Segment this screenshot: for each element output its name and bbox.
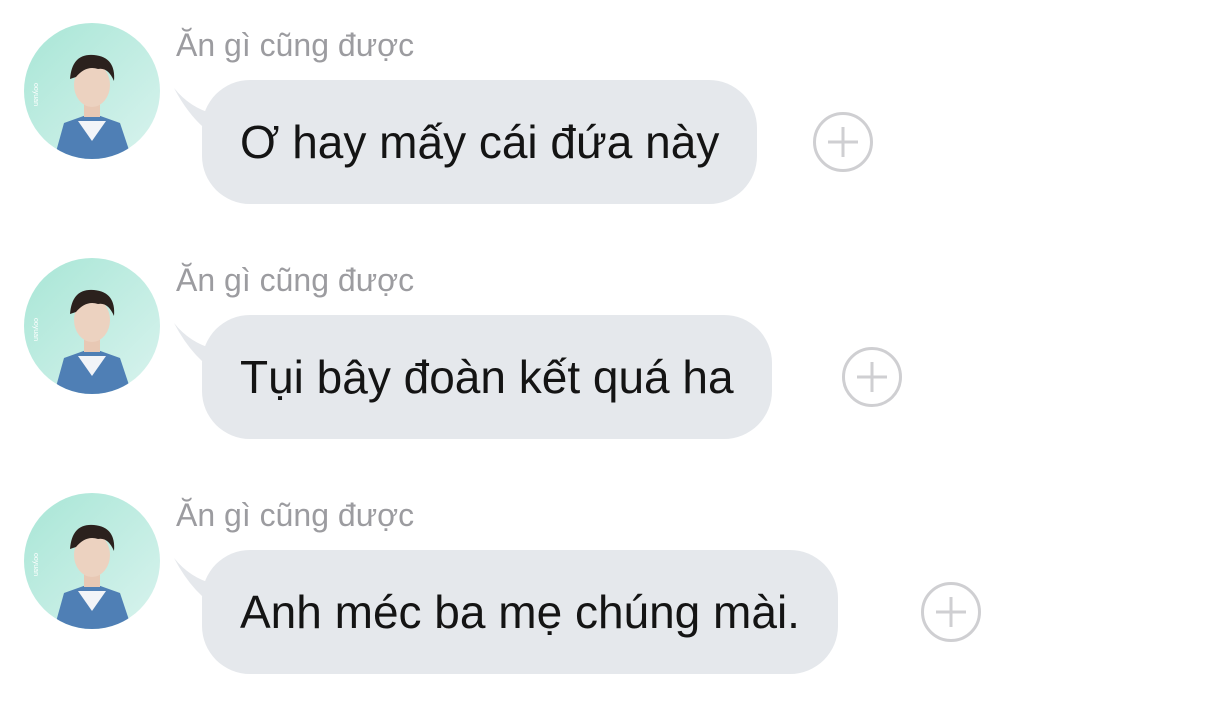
message-text: Anh méc ba mẹ chúng mài.	[240, 586, 800, 638]
add-reaction-button[interactable]	[813, 112, 873, 172]
avatar[interactable]: ooyuan	[24, 493, 160, 629]
message-bubble[interactable]: Tụi bây đoàn kết quá ha	[202, 315, 772, 439]
svg-text:ooyuan: ooyuan	[32, 318, 39, 341]
add-reaction-button[interactable]	[921, 582, 981, 642]
message-row: ooyuan Ăn gì cũng được Ơ hay mấy cái đứa…	[0, 20, 1221, 240]
message-text: Ơ hay mấy cái đứa này	[240, 116, 720, 168]
avatar[interactable]: ooyuan	[24, 258, 160, 394]
sender-name: Ăn gì cũng được	[176, 27, 415, 63]
message-bubble-container: Tụi bây đoàn kết quá ha	[172, 315, 772, 439]
message-row: ooyuan Ăn gì cũng được Tụi bây đoàn kết …	[0, 255, 1221, 475]
message-bubble-container: Ơ hay mấy cái đứa này	[172, 80, 758, 204]
svg-text:ooyuan: ooyuan	[32, 83, 39, 106]
avatar[interactable]: ooyuan	[24, 23, 160, 159]
message-bubble[interactable]: Anh méc ba mẹ chúng mài.	[202, 550, 838, 674]
message-bubble[interactable]: Ơ hay mấy cái đứa này	[202, 80, 758, 204]
message-row: ooyuan Ăn gì cũng được Anh méc ba mẹ chú…	[0, 490, 1221, 710]
sender-name: Ăn gì cũng được	[176, 262, 415, 298]
add-reaction-button[interactable]	[842, 347, 902, 407]
sender-name: Ăn gì cũng được	[176, 497, 415, 533]
svg-text:ooyuan: ooyuan	[32, 553, 39, 576]
message-bubble-container: Anh méc ba mẹ chúng mài.	[172, 550, 838, 674]
message-text: Tụi bây đoàn kết quá ha	[240, 351, 734, 403]
